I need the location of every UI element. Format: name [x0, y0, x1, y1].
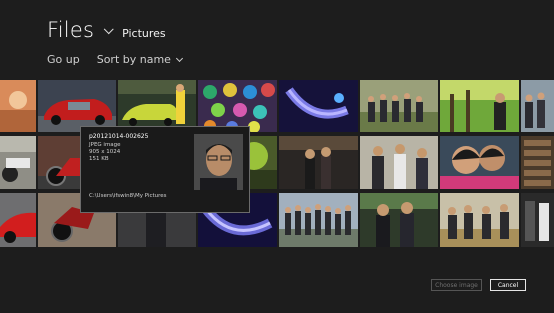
- image-thumbnail[interactable]: [0, 80, 36, 132]
- choose-image-button[interactable]: Choose image: [431, 279, 482, 291]
- image-thumbnail[interactable]: [440, 80, 519, 132]
- image-thumbnail[interactable]: [440, 136, 519, 189]
- chevron-down-icon[interactable]: [103, 24, 114, 35]
- image-thumbnail[interactable]: [279, 80, 358, 132]
- go-up-button[interactable]: Go up: [47, 53, 80, 66]
- sort-label: Sort by name: [96, 53, 171, 66]
- image-thumbnail[interactable]: [279, 193, 358, 247]
- image-thumbnail[interactable]: [279, 136, 358, 189]
- image-thumbnail[interactable]: [360, 80, 438, 132]
- cancel-button[interactable]: Cancel: [490, 279, 526, 291]
- image-thumbnail[interactable]: [198, 80, 277, 132]
- file-name: p20121014-002625: [89, 133, 149, 140]
- page-header: Files Pictures: [47, 18, 166, 50]
- image-thumbnail[interactable]: [521, 193, 554, 247]
- file-path: C:\Users\ifswin8\My Pictures: [89, 193, 167, 199]
- image-thumbnail[interactable]: [0, 193, 36, 247]
- command-bar: Go up Sort by name: [47, 53, 183, 66]
- image-thumbnail[interactable]: [440, 193, 519, 247]
- file-type: JPEG image: [89, 142, 121, 148]
- image-thumbnail[interactable]: [360, 136, 438, 189]
- image-thumbnail[interactable]: [0, 136, 36, 189]
- tooltip-preview-image: [194, 134, 243, 190]
- image-thumbnail[interactable]: [521, 136, 554, 189]
- file-size: 151 KB: [89, 156, 109, 162]
- image-thumbnail[interactable]: [521, 80, 554, 132]
- current-location: Pictures: [122, 27, 166, 40]
- image-thumbnail[interactable]: [38, 80, 116, 132]
- image-thumbnail[interactable]: [360, 193, 438, 247]
- app-title[interactable]: Files: [47, 18, 94, 42]
- image-info-tooltip: p20121014-002625 JPEG image 905 x 1024 1…: [80, 126, 250, 213]
- image-dimensions: 905 x 1024: [89, 149, 121, 155]
- sort-by-name-button[interactable]: Sort by name: [96, 53, 183, 66]
- image-thumbnail[interactable]: [118, 80, 196, 132]
- chevron-down-icon: [175, 54, 183, 63]
